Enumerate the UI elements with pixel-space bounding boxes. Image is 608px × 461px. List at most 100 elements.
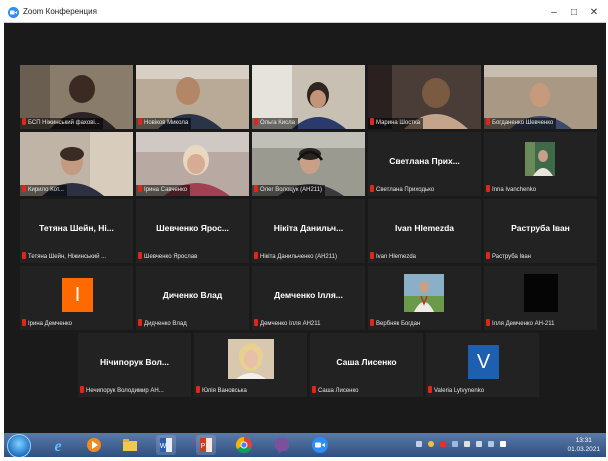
- participant-tile[interactable]: I Ірина Демченко: [20, 266, 133, 330]
- participant-profile-photo: [404, 274, 444, 312]
- participant-tile[interactable]: Ілля Демченко АН-211: [484, 266, 597, 330]
- participant-tile[interactable]: Кирило Кот...: [20, 132, 133, 196]
- mic-muted-icon: [370, 319, 374, 326]
- participant-name: Юлія Вановська: [194, 386, 250, 397]
- mic-muted-icon: [80, 386, 84, 393]
- participant-display-name: Ivan Hlemezda: [394, 223, 455, 233]
- participant-tile[interactable]: Ivan Hlemezda Ivan Hlemezda: [368, 199, 481, 263]
- mic-muted-icon: [486, 252, 490, 259]
- participant-tile[interactable]: V Valeria Lytvynenko: [426, 333, 539, 397]
- svg-text:P: P: [201, 443, 206, 450]
- participant-name: Светлана Приходько: [368, 185, 437, 196]
- participant-tile[interactable]: Марина Шостка: [368, 65, 481, 129]
- participant-tile[interactable]: Саша Лисенко Саша Лисенко: [310, 333, 423, 397]
- mic-muted-icon: [370, 252, 374, 259]
- svg-text:e: e: [54, 438, 61, 455]
- mic-muted-icon: [370, 118, 374, 125]
- clock-date: 01.03.2021: [567, 446, 600, 453]
- minimize-button[interactable]: –: [544, 4, 564, 22]
- network-icon[interactable]: [452, 441, 458, 447]
- window-title: Zoom Конференция: [23, 7, 97, 16]
- participant-tile[interactable]: Ольга Кисла: [252, 65, 365, 129]
- participant-tile[interactable]: Шевченко Ярос... Шевченко Ярослав: [136, 199, 249, 263]
- participant-display-name: Демченко Ілля...: [274, 290, 343, 300]
- mic-muted-icon: [312, 386, 316, 393]
- participant-name: Inna Ivanchenko: [484, 185, 539, 196]
- participant-tile[interactable]: Вербняк Богдан: [368, 266, 481, 330]
- title-bar: Zoom Конференция – □ ✕: [4, 4, 606, 23]
- mic-muted-icon: [138, 319, 142, 326]
- viber-icon[interactable]: [272, 435, 292, 455]
- mic-muted-icon: [22, 252, 26, 259]
- gallery-view: БСП Ніжинський фахові... Новіков Микола …: [4, 23, 606, 433]
- participant-display-name: Саша Лисенко: [336, 357, 397, 367]
- signal-icon[interactable]: [500, 441, 506, 447]
- participant-tile[interactable]: Нікіта Данильч... Нікіта Данильченко (АН…: [252, 199, 365, 263]
- file-explorer-icon[interactable]: [120, 435, 140, 455]
- participant-name: Шевченко Ярослав: [136, 252, 200, 263]
- participant-tile[interactable]: Светлана Прих... Светлана Приходько: [368, 132, 481, 196]
- participant-profile-photo: [525, 142, 555, 176]
- media-player-icon[interactable]: [84, 435, 104, 455]
- participant-name: Демченко Ілля АН211: [252, 319, 323, 330]
- participant-name: Новіков Микола: [136, 118, 192, 129]
- participant-name: Ольга Кисла: [252, 118, 298, 129]
- chrome-icon[interactable]: [234, 435, 254, 455]
- participant-tile[interactable]: Юлія Вановська: [194, 333, 307, 397]
- participant-display-name: Нічипорук Вол...: [99, 357, 169, 367]
- participant-name: Саша Лисенко: [310, 386, 362, 397]
- participant-tile[interactable]: Нічипорук Вол... Нечипорук Володимир АН.…: [78, 333, 191, 397]
- participant-profile-photo: [228, 339, 274, 379]
- windows-taskbar: e W P 13:31 01.03.2021: [4, 433, 606, 457]
- participant-name: Valeria Lytvynenko: [426, 386, 487, 397]
- mic-muted-icon: [138, 185, 142, 192]
- powerpoint-icon[interactable]: P: [196, 435, 216, 455]
- mic-muted-icon: [486, 185, 490, 192]
- clock[interactable]: 13:31 01.03.2021: [567, 436, 600, 454]
- security-icon[interactable]: [428, 441, 434, 447]
- participant-tile[interactable]: Новіков Микола: [136, 65, 249, 129]
- close-button[interactable]: ✕: [584, 4, 604, 22]
- participant-tile[interactable]: БСП Ніжинський фахові...: [20, 65, 133, 129]
- word-icon[interactable]: W: [156, 435, 176, 455]
- zoom-window: Zoom Конференция – □ ✕ БСП Ніжинський фа…: [4, 4, 606, 457]
- participant-name: Тетяна Шейн, Ніжинський ...: [20, 252, 109, 263]
- mic-muted-icon: [138, 252, 142, 259]
- mic-muted-icon: [254, 118, 258, 125]
- participant-tile[interactable]: Тетяна Шейн, Ні... Тетяна Шейн, Ніжинськ…: [20, 199, 133, 263]
- participant-tile[interactable]: Раструба Іван Раструба Іван: [484, 199, 597, 263]
- participant-avatar: I: [62, 278, 93, 312]
- participant-display-name: Тетяна Шейн, Ні...: [39, 223, 114, 233]
- volume-icon[interactable]: [464, 441, 470, 447]
- participant-tile[interactable]: Inna Ivanchenko: [484, 132, 597, 196]
- participant-profile-photo: [524, 274, 558, 312]
- participant-tile[interactable]: Диченко Влад Дидченко Влад: [136, 266, 249, 330]
- participant-display-name: Светлана Прих...: [389, 156, 460, 166]
- zoom-logo-icon: [8, 7, 19, 18]
- participant-name: Вербняк Богдан: [368, 319, 423, 330]
- participant-display-name: Нікіта Данильч...: [273, 223, 344, 233]
- keyboard-language-icon[interactable]: [416, 441, 422, 447]
- maximize-button[interactable]: □: [564, 4, 584, 22]
- battery-icon[interactable]: [488, 441, 494, 447]
- participant-display-name: Диченко Влад: [162, 290, 223, 300]
- participant-name: Ілля Демченко АН-211: [484, 319, 557, 330]
- start-button[interactable]: [7, 434, 31, 457]
- mic-muted-icon: [486, 118, 490, 125]
- participant-name: Раструба Іван: [484, 252, 534, 263]
- participant-tile-active-speaker[interactable]: Ірина Савченко: [136, 132, 249, 196]
- zoom-icon[interactable]: [310, 435, 330, 455]
- participant-name: Богданенко Шевченко: [484, 118, 557, 129]
- mic-muted-icon: [428, 386, 432, 393]
- mic-muted-icon: [254, 185, 258, 192]
- participant-tile[interactable]: Демченко Ілля... Демченко Ілля АН211: [252, 266, 365, 330]
- flag-icon[interactable]: [476, 441, 482, 447]
- internet-explorer-icon[interactable]: e: [48, 435, 68, 455]
- participant-name: Нечипорук Володимир АН...: [78, 386, 167, 397]
- participant-avatar: V: [468, 345, 499, 379]
- participant-name: Кирило Кот...: [20, 185, 67, 196]
- notification-icon[interactable]: [440, 441, 446, 447]
- participant-tile[interactable]: Богданенко Шевченко: [484, 65, 597, 129]
- mic-muted-icon: [486, 319, 490, 326]
- participant-tile[interactable]: Олег Волоцук (АН211): [252, 132, 365, 196]
